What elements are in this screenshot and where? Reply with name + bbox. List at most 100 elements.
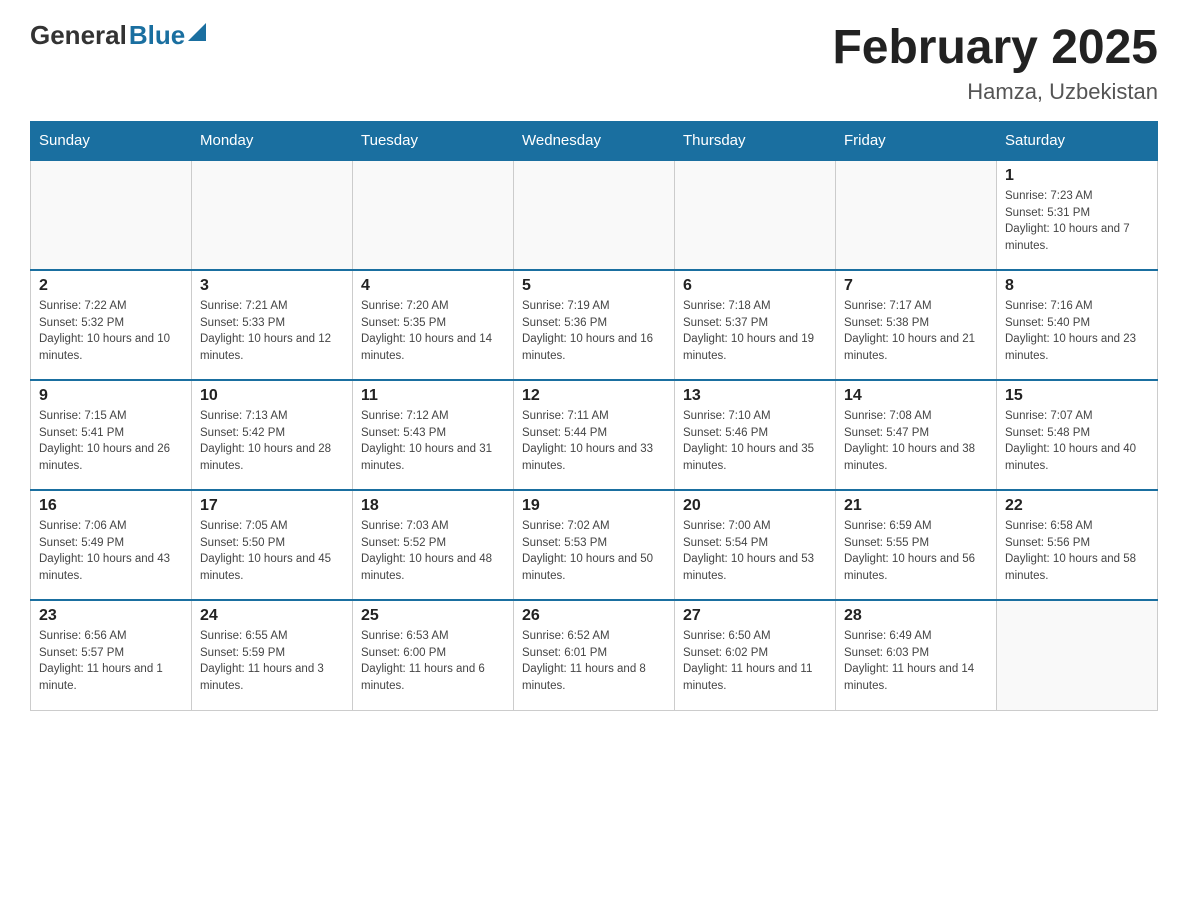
day-number: 24: [200, 607, 344, 625]
day-info: Sunrise: 7:00 AM Sunset: 5:54 PM Dayligh…: [683, 518, 827, 585]
calendar-cell: 22 Sunrise: 6:58 AM Sunset: 5:56 PM Dayli…: [997, 490, 1158, 600]
logo-arrow-icon: [188, 23, 206, 41]
calendar-cell: [353, 160, 514, 270]
calendar-cell: 19 Sunrise: 7:02 AM Sunset: 5:53 PM Dayli…: [514, 490, 675, 600]
day-info: Sunrise: 7:11 AM Sunset: 5:44 PM Dayligh…: [522, 408, 666, 475]
calendar-cell: 16 Sunrise: 7:06 AM Sunset: 5:49 PM Dayli…: [31, 490, 192, 600]
day-info: Sunrise: 6:49 AM Sunset: 6:03 PM Dayligh…: [844, 628, 988, 695]
calendar-cell: 11 Sunrise: 7:12 AM Sunset: 5:43 PM Dayli…: [353, 380, 514, 490]
day-info: Sunrise: 7:08 AM Sunset: 5:47 PM Dayligh…: [844, 408, 988, 475]
calendar-cell: 2Sunrise: 7:22 AM Sunset: 5:32 PM Daylig…: [31, 270, 192, 380]
day-info: Sunrise: 7:12 AM Sunset: 5:43 PM Dayligh…: [361, 408, 505, 475]
calendar-cell: 27 Sunrise: 6:50 AM Sunset: 6:02 PM Dayli…: [675, 600, 836, 710]
day-number: 27: [683, 607, 827, 625]
logo-general-text: General: [30, 20, 127, 51]
day-number: 11: [361, 387, 505, 405]
calendar-week-2: 2Sunrise: 7:22 AM Sunset: 5:32 PM Daylig…: [31, 270, 1158, 380]
calendar-cell: 21 Sunrise: 6:59 AM Sunset: 5:55 PM Dayli…: [836, 490, 997, 600]
calendar-cell: 4 Sunrise: 7:20 AM Sunset: 5:35 PM Daylig…: [353, 270, 514, 380]
day-number: 25: [361, 607, 505, 625]
day-number: 4: [361, 277, 505, 295]
day-info: Sunrise: 6:58 AM Sunset: 5:56 PM Dayligh…: [1005, 518, 1149, 585]
weekday-header-monday: Monday: [192, 122, 353, 161]
calendar-cell: [192, 160, 353, 270]
day-number: 13: [683, 387, 827, 405]
page-title: February 2025: [832, 20, 1158, 75]
day-info: Sunrise: 7:17 AM Sunset: 5:38 PM Dayligh…: [844, 298, 988, 365]
day-info: Sunrise: 7:02 AM Sunset: 5:53 PM Dayligh…: [522, 518, 666, 585]
day-number: 8: [1005, 277, 1149, 295]
weekday-header-wednesday: Wednesday: [514, 122, 675, 161]
calendar-cell: [836, 160, 997, 270]
weekday-header-thursday: Thursday: [675, 122, 836, 161]
day-number: 6: [683, 277, 827, 295]
calendar-cell: 1 Sunrise: 7:23 AM Sunset: 5:31 PM Daylig…: [997, 160, 1158, 270]
day-info: Sunrise: 7:15 AM Sunset: 5:41 PM Dayligh…: [39, 408, 183, 475]
weekday-header-sunday: Sunday: [31, 122, 192, 161]
day-info: Sunrise: 6:56 AM Sunset: 5:57 PM Dayligh…: [39, 628, 183, 695]
day-number: 18: [361, 497, 505, 515]
logo: General Blue: [30, 20, 206, 51]
weekday-header-row: SundayMondayTuesdayWednesdayThursdayFrid…: [31, 122, 1158, 161]
day-number: 7: [844, 277, 988, 295]
day-number: 19: [522, 497, 666, 515]
day-number: 9: [39, 387, 183, 405]
calendar-cell: 15 Sunrise: 7:07 AM Sunset: 5:48 PM Dayli…: [997, 380, 1158, 490]
calendar-cell: 12Sunrise: 7:11 AM Sunset: 5:44 PM Dayli…: [514, 380, 675, 490]
day-number: 17: [200, 497, 344, 515]
day-info: Sunrise: 7:22 AM Sunset: 5:32 PM Dayligh…: [39, 298, 183, 365]
weekday-header-tuesday: Tuesday: [353, 122, 514, 161]
day-info: Sunrise: 6:53 AM Sunset: 6:00 PM Dayligh…: [361, 628, 505, 695]
day-number: 16: [39, 497, 183, 515]
page-header: General Blue February 2025 Hamza, Uzbeki…: [30, 20, 1158, 105]
calendar-week-5: 23 Sunrise: 6:56 AM Sunset: 5:57 PM Dayli…: [31, 600, 1158, 710]
calendar-cell: [514, 160, 675, 270]
day-info: Sunrise: 7:03 AM Sunset: 5:52 PM Dayligh…: [361, 518, 505, 585]
calendar-cell: [997, 600, 1158, 710]
day-number: 1: [1005, 167, 1149, 185]
calendar-table: SundayMondayTuesdayWednesdayThursdayFrid…: [30, 121, 1158, 711]
day-info: Sunrise: 7:23 AM Sunset: 5:31 PM Dayligh…: [1005, 188, 1149, 255]
title-section: February 2025 Hamza, Uzbekistan: [832, 20, 1158, 105]
calendar-week-3: 9 Sunrise: 7:15 AM Sunset: 5:41 PM Daylig…: [31, 380, 1158, 490]
calendar-week-1: 1 Sunrise: 7:23 AM Sunset: 5:31 PM Daylig…: [31, 160, 1158, 270]
weekday-header-friday: Friday: [836, 122, 997, 161]
logo-blue-text: Blue: [129, 20, 185, 51]
calendar-cell: 14Sunrise: 7:08 AM Sunset: 5:47 PM Dayli…: [836, 380, 997, 490]
page-subtitle: Hamza, Uzbekistan: [832, 79, 1158, 105]
day-info: Sunrise: 7:20 AM Sunset: 5:35 PM Dayligh…: [361, 298, 505, 365]
day-number: 10: [200, 387, 344, 405]
calendar-cell: [675, 160, 836, 270]
calendar-cell: 7 Sunrise: 7:17 AM Sunset: 5:38 PM Daylig…: [836, 270, 997, 380]
day-info: Sunrise: 7:06 AM Sunset: 5:49 PM Dayligh…: [39, 518, 183, 585]
day-info: Sunrise: 6:59 AM Sunset: 5:55 PM Dayligh…: [844, 518, 988, 585]
day-number: 15: [1005, 387, 1149, 405]
day-number: 5: [522, 277, 666, 295]
calendar-cell: 18 Sunrise: 7:03 AM Sunset: 5:52 PM Dayli…: [353, 490, 514, 600]
day-info: Sunrise: 7:16 AM Sunset: 5:40 PM Dayligh…: [1005, 298, 1149, 365]
calendar-cell: 3Sunrise: 7:21 AM Sunset: 5:33 PM Daylig…: [192, 270, 353, 380]
calendar-cell: 26Sunrise: 6:52 AM Sunset: 6:01 PM Dayli…: [514, 600, 675, 710]
day-info: Sunrise: 7:07 AM Sunset: 5:48 PM Dayligh…: [1005, 408, 1149, 475]
calendar-cell: 6 Sunrise: 7:18 AM Sunset: 5:37 PM Daylig…: [675, 270, 836, 380]
logo-blue-section: Blue: [129, 20, 206, 51]
calendar-cell: 20Sunrise: 7:00 AM Sunset: 5:54 PM Dayli…: [675, 490, 836, 600]
day-number: 22: [1005, 497, 1149, 515]
calendar-cell: 24 Sunrise: 6:55 AM Sunset: 5:59 PM Dayli…: [192, 600, 353, 710]
calendar-week-4: 16 Sunrise: 7:06 AM Sunset: 5:49 PM Dayli…: [31, 490, 1158, 600]
day-info: Sunrise: 6:55 AM Sunset: 5:59 PM Dayligh…: [200, 628, 344, 695]
day-info: Sunrise: 7:18 AM Sunset: 5:37 PM Dayligh…: [683, 298, 827, 365]
calendar-cell: 13 Sunrise: 7:10 AM Sunset: 5:46 PM Dayli…: [675, 380, 836, 490]
day-info: Sunrise: 7:05 AM Sunset: 5:50 PM Dayligh…: [200, 518, 344, 585]
day-info: Sunrise: 7:10 AM Sunset: 5:46 PM Dayligh…: [683, 408, 827, 475]
calendar-cell: 23 Sunrise: 6:56 AM Sunset: 5:57 PM Dayli…: [31, 600, 192, 710]
calendar-cell: 17 Sunrise: 7:05 AM Sunset: 5:50 PM Dayli…: [192, 490, 353, 600]
calendar-cell: [31, 160, 192, 270]
day-info: Sunrise: 7:21 AM Sunset: 5:33 PM Dayligh…: [200, 298, 344, 365]
day-number: 21: [844, 497, 988, 515]
calendar-cell: 5Sunrise: 7:19 AM Sunset: 5:36 PM Daylig…: [514, 270, 675, 380]
weekday-header-saturday: Saturday: [997, 122, 1158, 161]
day-info: Sunrise: 6:50 AM Sunset: 6:02 PM Dayligh…: [683, 628, 827, 695]
calendar-cell: 9 Sunrise: 7:15 AM Sunset: 5:41 PM Daylig…: [31, 380, 192, 490]
day-number: 23: [39, 607, 183, 625]
